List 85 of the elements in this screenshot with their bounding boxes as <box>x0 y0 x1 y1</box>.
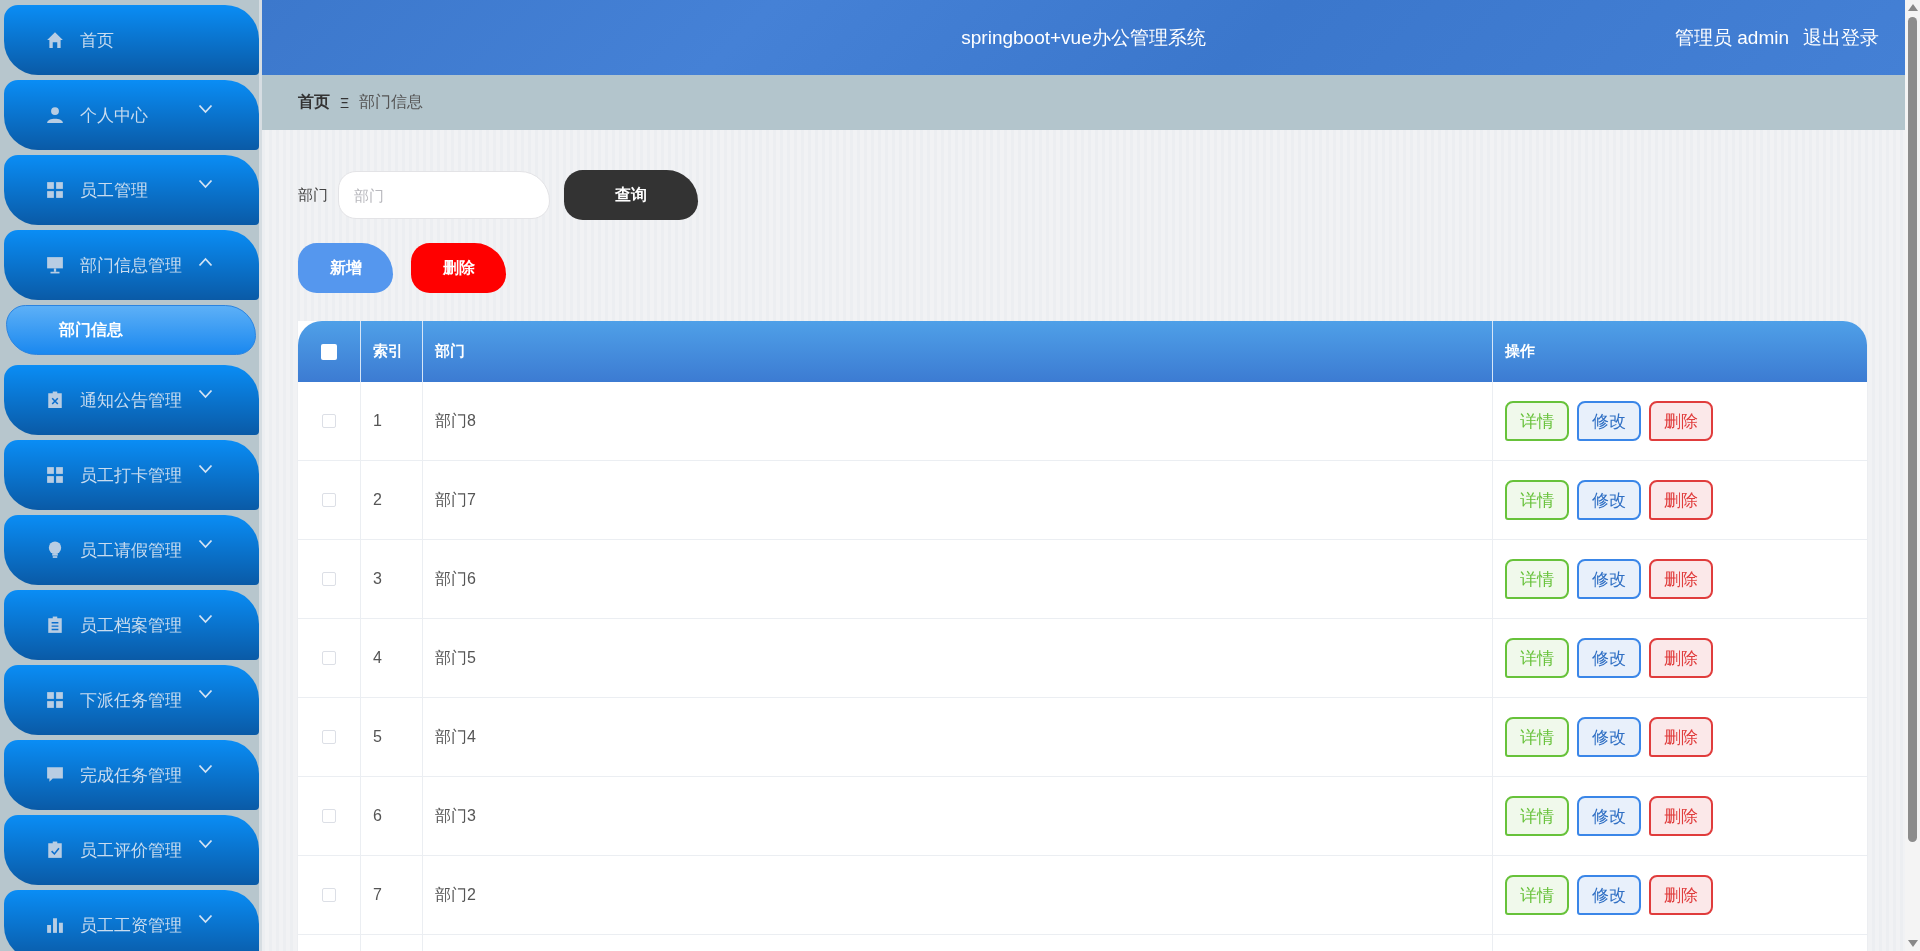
breadcrumb-item[interactable]: 首页 <box>298 92 330 113</box>
sidebar-menu-item[interactable]: 通知公告管理 <box>4 365 259 435</box>
delete-button[interactable]: 删除 <box>1649 559 1713 599</box>
table-cell-text: 部门8 <box>435 410 476 431</box>
sidebar-menu-item[interactable]: 下派任务管理 <box>4 665 259 735</box>
grid-icon <box>46 466 64 484</box>
checkbox[interactable] <box>322 809 336 823</box>
column-header: 操作 <box>1505 342 1535 361</box>
detail-button[interactable]: 详情 <box>1505 875 1569 915</box>
column-header: 索引 <box>373 342 403 361</box>
sidebar-menu-item[interactable]: 员工工资管理 <box>4 890 259 951</box>
person-icon <box>46 106 64 124</box>
checkbox[interactable] <box>321 343 337 360</box>
table-cell-text: 部门6 <box>435 568 476 589</box>
sidebar-menu-item[interactable]: 完成任务管理 <box>4 740 259 810</box>
edit-button[interactable]: 修改 <box>1577 401 1641 441</box>
table-cell: 1 <box>373 412 382 430</box>
app-title: springboot+vue办公管理系统 <box>961 25 1206 50</box>
table-cell: 6 <box>373 807 382 825</box>
edit-button[interactable]: 修改 <box>1577 717 1641 757</box>
table-cell-text: 部门4 <box>435 726 476 747</box>
checkbox[interactable] <box>322 414 336 428</box>
table-cell-text: 部门5 <box>435 647 476 668</box>
clipboard-check-icon <box>46 841 64 859</box>
monitor-icon <box>46 256 64 274</box>
edit-button[interactable]: 修改 <box>1577 480 1641 520</box>
checkbox[interactable] <box>322 730 336 744</box>
clipboard-icon <box>46 616 64 634</box>
edit-button[interactable]: 修改 <box>1577 638 1641 678</box>
delete-button[interactable]: 删除 <box>1649 875 1713 915</box>
grid-icon <box>46 181 64 199</box>
delete-button[interactable]: 删除 <box>1649 480 1713 520</box>
detail-button[interactable]: 详情 <box>1505 401 1569 441</box>
edit-button[interactable]: 修改 <box>1577 796 1641 836</box>
delete-button[interactable]: 删除 <box>1649 717 1713 757</box>
scroll-up-icon[interactable] <box>1907 4 1918 11</box>
table-cell: 7 <box>373 886 382 904</box>
sidebar-menu-item[interactable]: 首页 <box>4 5 259 75</box>
table-cell: 3 <box>373 570 382 588</box>
scroll-down-icon[interactable] <box>1907 940 1918 947</box>
logout-link[interactable]: 退出登录 <box>1803 24 1879 51</box>
breadcrumb-item: 部门信息 <box>359 92 424 112</box>
search-button[interactable]: 查询 <box>564 170 698 220</box>
detail-button[interactable]: 详情 <box>1505 717 1569 757</box>
sidebar-submenu-item[interactable]: 部门信息 <box>6 305 256 355</box>
checkbox[interactable] <box>322 888 336 902</box>
delete-button[interactable]: 删除 <box>1649 796 1713 836</box>
sidebar-menu-item[interactable]: 员工管理 <box>4 155 259 225</box>
detail-button[interactable]: 详情 <box>1505 559 1569 599</box>
breadcrumb-separator: Ξ <box>340 94 350 111</box>
sidebar-menu-item[interactable]: 员工评价管理 <box>4 815 259 885</box>
delete-button[interactable]: 删除 <box>411 243 506 293</box>
table-cell-text: 部门2 <box>435 884 476 905</box>
chat-bubble-icon <box>46 766 64 784</box>
scrollbar-thumb[interactable] <box>1908 17 1917 842</box>
home-icon <box>46 31 64 49</box>
sidebar-menu-item[interactable]: 部门信息管理 <box>4 230 259 300</box>
detail-button[interactable]: 详情 <box>1505 638 1569 678</box>
table-cell: 2 <box>373 491 382 509</box>
sidebar-menu-item[interactable]: 员工档案管理 <box>4 590 259 660</box>
bar-chart-icon <box>46 916 64 934</box>
sidebar-menu-item[interactable]: 员工打卡管理 <box>4 440 259 510</box>
checkbox[interactable] <box>322 572 336 586</box>
checkbox[interactable] <box>322 651 336 665</box>
table-cell-text: 部门7 <box>435 489 476 510</box>
edit-button[interactable]: 修改 <box>1577 875 1641 915</box>
table-cell: 5 <box>373 728 382 746</box>
grid-icon <box>46 691 64 709</box>
table-cell-text: 部门3 <box>435 805 476 826</box>
clipboard-icon <box>46 391 64 409</box>
detail-button[interactable]: 详情 <box>1505 796 1569 836</box>
sidebar-menu-item[interactable]: 个人中心 <box>4 80 259 150</box>
add-button[interactable]: 新增 <box>298 243 393 293</box>
sidebar-menu-item[interactable]: 员工请假管理 <box>4 515 259 585</box>
detail-button[interactable]: 详情 <box>1505 480 1569 520</box>
column-header: 部门 <box>435 342 465 361</box>
checkbox[interactable] <box>322 493 336 507</box>
lightbulb-icon <box>46 541 64 559</box>
search-field[interactable]: 部门 <box>338 171 550 219</box>
edit-button[interactable]: 修改 <box>1577 559 1641 599</box>
table-cell: 4 <box>373 649 382 667</box>
user-label: 管理员 admin <box>1674 25 1789 50</box>
search-label: 部门 <box>298 185 328 205</box>
delete-button[interactable]: 删除 <box>1649 638 1713 678</box>
delete-button[interactable]: 删除 <box>1649 401 1713 441</box>
